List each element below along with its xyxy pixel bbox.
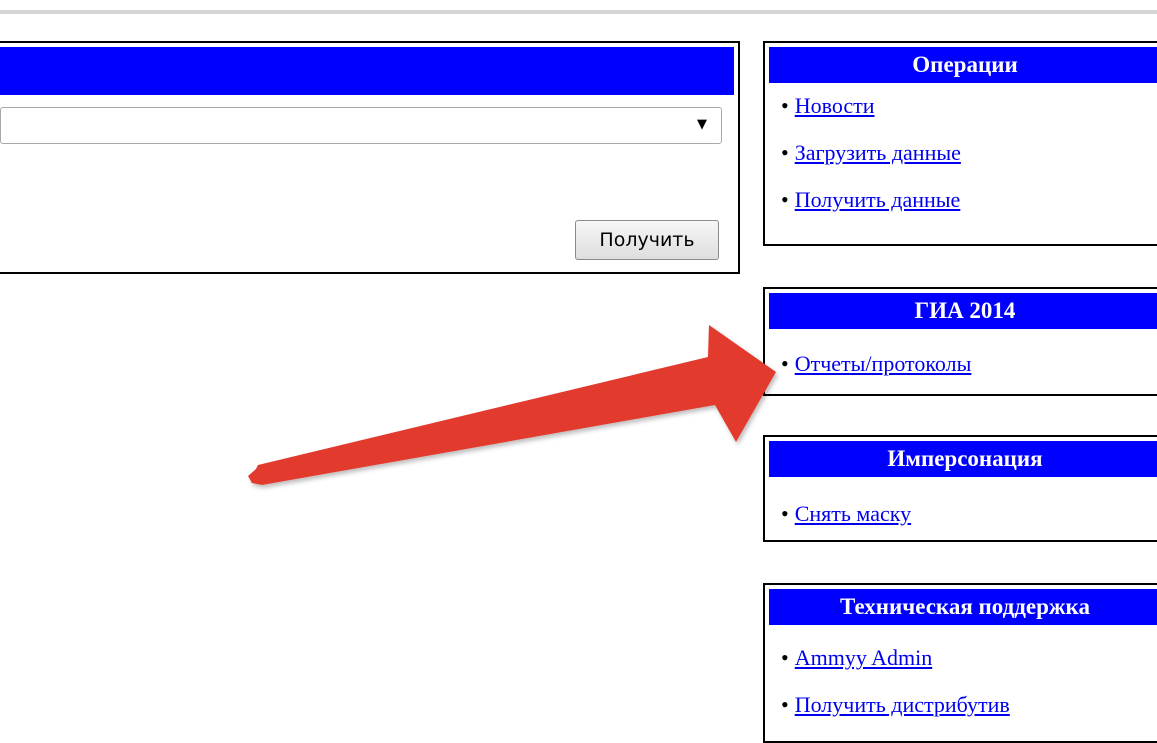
red-arrow-icon — [248, 325, 776, 485]
